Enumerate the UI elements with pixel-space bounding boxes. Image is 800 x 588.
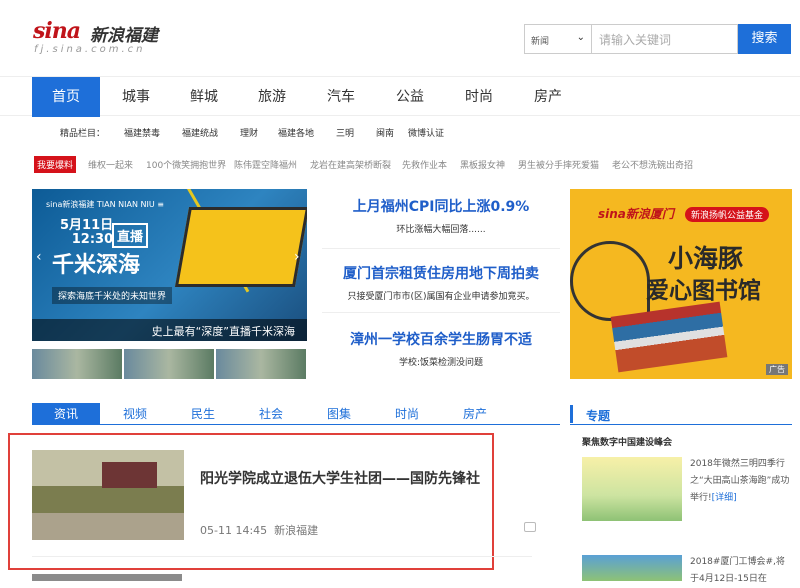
subnav-item[interactable]: 福建禁毒	[124, 126, 160, 139]
ad-tag: 广告	[766, 364, 788, 375]
headline-summary: 学校:饭菜检测没问题	[398, 358, 484, 368]
search-input[interactable]: 请输入关键词	[591, 24, 738, 54]
ad-line1: 小海豚	[668, 244, 744, 273]
headline-title[interactable]: 漳州一学校百余学生肠胃不适	[322, 329, 560, 349]
divider	[322, 312, 560, 313]
nav-item-auto[interactable]: 汽车	[309, 77, 373, 117]
screen-illustration	[102, 462, 157, 488]
thumbnail[interactable]	[124, 349, 214, 379]
search-category-select[interactable]: 新闻 ⌄	[524, 24, 592, 54]
chevron-down-icon: ⌄	[576, 32, 585, 43]
tab-gallery[interactable]: 图集	[308, 403, 370, 425]
nav-item-house[interactable]: 房产	[516, 77, 580, 117]
topic-text: 2018#厦门工博会#,将于4月12日-15日在	[690, 554, 790, 588]
promo-date: 5月11日 12:30	[60, 218, 114, 247]
ticker-item[interactable]: 100个微笑拥抱世界	[146, 158, 226, 171]
thumbnail[interactable]	[32, 349, 122, 379]
elephant-icon	[570, 241, 650, 321]
ticker-item[interactable]: 黑板报女神	[460, 158, 505, 171]
nav-item-fashion[interactable]: 时尚	[447, 77, 511, 117]
promo-title: 千米深海	[52, 253, 141, 278]
promo-thumbnails	[32, 349, 307, 379]
sidebar-header: 专题	[570, 403, 792, 425]
header: sina 新浪福建 fj.sina.com.cn 新闻 ⌄ 请输入关键词 搜索	[0, 0, 800, 72]
promo-logos: sina新浪福建 TIAN NIAN NIU ≡	[46, 200, 164, 209]
news-time: 05-11 14:45	[200, 524, 268, 537]
news-item[interactable]: 阳光学院成立退伍大学生社团——国防先锋社 05-11 14:45 新浪福建	[32, 450, 536, 544]
ad-brand: sina新浪厦门	[598, 207, 674, 221]
headline-summary: 只接受厦门市市(区)属国有企业申请参加竞买。	[347, 292, 535, 302]
headline-title[interactable]: 厦门首宗租赁住房用地下周拍卖	[322, 263, 560, 283]
subnav-item[interactable]: 理财	[240, 126, 258, 139]
news-meta: 05-11 14:45 新浪福建	[200, 522, 318, 538]
subnav-item[interactable]: 微博认证	[408, 126, 444, 139]
news-thumbnail[interactable]	[32, 574, 182, 581]
tab-livelihood[interactable]: 民生	[172, 403, 234, 425]
headline-item: 厦门首宗租赁住房用地下周拍卖 只接受厦门市市(区)属国有企业申请参加竞买。	[322, 263, 560, 302]
tab-society[interactable]: 社会	[240, 403, 302, 425]
nav-item-travel[interactable]: 旅游	[240, 77, 304, 117]
ticker-item[interactable]: 老公不想洗碗出奇招	[612, 158, 693, 171]
site-name[interactable]: 新浪福建	[90, 21, 158, 46]
headline-item: 漳州一学校百余学生肠胃不适 学校:饭菜检测没问题	[322, 329, 560, 368]
tab-news[interactable]: 资讯	[32, 403, 100, 425]
promo-banner[interactable]: sina新浪福建 TIAN NIAN NIU ≡ 5月11日 12:30 直播 …	[32, 189, 307, 341]
divider	[32, 556, 532, 557]
ticker-item[interactable]: 维权一起来	[88, 158, 133, 171]
tab-fashion[interactable]: 时尚	[376, 403, 438, 425]
ad-badge: 新浪扬帆公益基金	[685, 207, 770, 222]
news-tabs: 资讯 视频 民生 社会 图集 时尚 房产	[32, 403, 560, 425]
subnav-label: 精品栏目：	[60, 129, 106, 139]
sidebar-title[interactable]: 专题	[586, 407, 610, 424]
live-badge: 直播	[112, 223, 149, 248]
ad-line2: 爱心图书馆	[646, 278, 761, 304]
ticker-item[interactable]: 男生被分手摔死爱猫	[518, 158, 599, 171]
sidebar-subtitle[interactable]: 聚焦数字中国建设峰会	[582, 435, 672, 448]
tab-house[interactable]: 房产	[444, 403, 506, 425]
topic-text: 2018年微然三明四季行之“大田高山茶海跑”成功举行![详细]	[690, 456, 790, 507]
nav-item-home[interactable]: 首页	[32, 77, 100, 117]
report-tag[interactable]: 我要爆料	[34, 156, 77, 173]
topic-thumbnail[interactable]	[582, 555, 682, 581]
promo-caption[interactable]: 史上最有“深度”直播千米深海	[32, 319, 307, 341]
next-arrow-icon[interactable]: ›	[294, 249, 300, 265]
nav-item-city[interactable]: 城事	[104, 77, 168, 117]
accent-bar	[570, 405, 573, 423]
comment-icon[interactable]	[524, 522, 536, 532]
sina-logo[interactable]: sina	[33, 18, 81, 44]
subnav-item[interactable]: 福建各地	[278, 126, 314, 139]
headline-item: 上月福州CPI同比上涨0.9% 环比涨幅大幅回落......	[322, 196, 560, 235]
news-source: 新浪福建	[274, 524, 319, 537]
divider	[322, 248, 560, 249]
tab-video[interactable]: 视频	[104, 403, 166, 425]
prev-arrow-icon[interactable]: ‹	[36, 249, 42, 265]
robot-illustration	[174, 207, 307, 287]
topic-desc[interactable]: 2018年微然三明四季行之“大田高山茶海跑”成功举行!	[690, 459, 789, 503]
news-thumbnail[interactable]	[32, 450, 184, 540]
charity-ad[interactable]: sina新浪厦门 新浪扬帆公益基金 小海豚 爱心图书馆 广告	[570, 189, 792, 379]
topic-desc[interactable]: 2018#厦门工博会#,将于4月12日-15日在	[690, 557, 785, 584]
nav-item-fresh[interactable]: 鲜城	[172, 77, 236, 117]
subnav-item[interactable]: 福建统战	[182, 126, 218, 139]
main-nav: 首页 城事 鲜城 旅游 汽车 公益 时尚 房产	[0, 76, 800, 117]
news-title[interactable]: 阳光学院成立退伍大学生社团——国防先锋社	[200, 468, 480, 488]
ticker-item[interactable]: 陈伟霆空降福州	[234, 158, 297, 171]
headline-summary: 环比涨幅大幅回落......	[396, 225, 486, 235]
topic-thumbnail[interactable]	[582, 457, 682, 521]
ticker: 我要爆料 维权一起来 100个微笑拥抱世界 陈伟霆空降福州 龙岩在建高架桥断裂 …	[0, 156, 800, 174]
search-button[interactable]: 搜索	[738, 24, 791, 54]
headline-title[interactable]: 上月福州CPI同比上涨0.9%	[322, 196, 560, 216]
more-link[interactable]: [详细]	[712, 493, 737, 503]
nav-item-charity[interactable]: 公益	[378, 77, 442, 117]
subnav: 精品栏目： 福建禁毒 福建统战 理财 福建各地 三明 闽南 微博认证	[0, 122, 800, 142]
ticker-item[interactable]: 龙岩在建高架桥断裂	[310, 158, 391, 171]
subnav-item[interactable]: 闽南	[376, 126, 394, 139]
search-category-label: 新闻	[531, 37, 550, 47]
ticker-item[interactable]: 先救作业本	[402, 158, 447, 171]
promo-subtitle: 探索海底千米处的未知世界	[52, 287, 173, 304]
subnav-item[interactable]: 三明	[336, 126, 354, 139]
site-domain: fj.sina.com.cn	[34, 44, 146, 55]
thumbnail[interactable]	[216, 349, 306, 379]
